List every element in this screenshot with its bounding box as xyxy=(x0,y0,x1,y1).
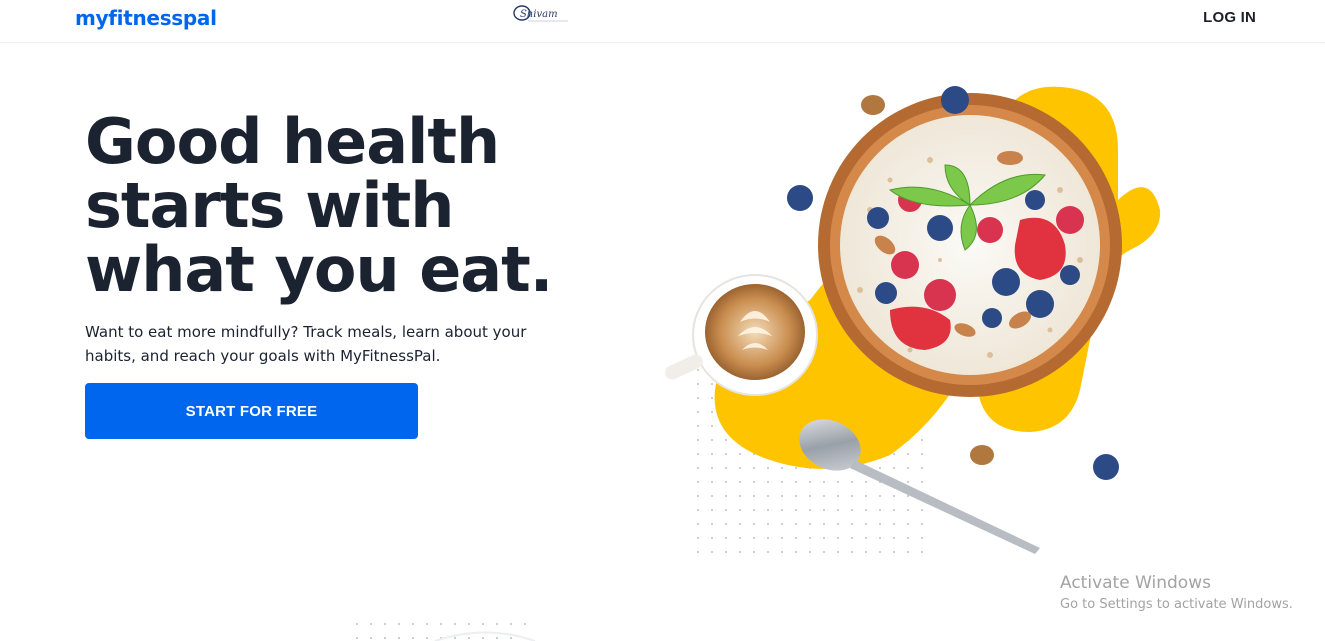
partner-logo: Shivam xyxy=(513,5,568,22)
login-link[interactable]: LOG IN xyxy=(1203,9,1256,26)
watermark-subtitle: Go to Settings to activate Windows. xyxy=(1060,597,1293,612)
watermark-title: Activate Windows xyxy=(1060,573,1211,593)
hero-title-line: what you eat. xyxy=(85,233,553,306)
windows-activation-watermark: Activate Windows Go to Settings to activ… xyxy=(1060,572,1293,616)
svg-text:Shivam: Shivam xyxy=(520,9,558,20)
hero-title-line: Good health xyxy=(85,105,500,178)
breakfast-bowl-image xyxy=(665,86,1161,555)
hero-title: Good health starts with what you eat. xyxy=(85,110,555,302)
top-nav: myfitnesspal Shivam LOG IN xyxy=(0,0,1325,43)
decorative-dots xyxy=(355,622,536,641)
myfitnesspal-logo[interactable]: myfitnesspal xyxy=(75,6,217,30)
hero-subtitle: Want to eat more mindfully? Track meals,… xyxy=(85,323,527,365)
hero-title-line: starts with xyxy=(85,169,454,242)
start-for-free-button[interactable]: START FOR FREE xyxy=(85,383,418,439)
